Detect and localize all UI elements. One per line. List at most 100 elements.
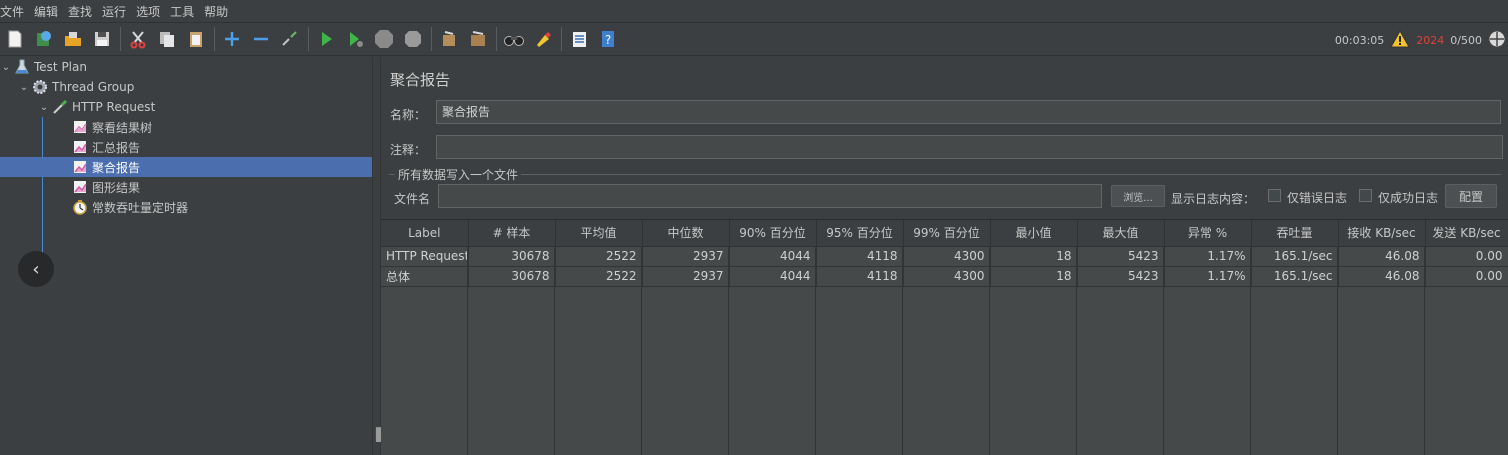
paste-icon bbox=[190, 32, 202, 47]
menu-tools[interactable]: 工具 bbox=[170, 3, 198, 20]
menu-search[interactable]: 查找 bbox=[68, 3, 96, 20]
column-header[interactable]: 95% 百分位 bbox=[816, 220, 904, 247]
copy-button[interactable] bbox=[154, 26, 180, 52]
filename-label: 文件名 bbox=[394, 192, 431, 206]
clear-all-icon bbox=[471, 31, 485, 46]
table-header-row: Label # 样本 平均值 中位数 90% 百分位 95% 百分位 99% 百… bbox=[381, 220, 1508, 247]
stop-button[interactable] bbox=[371, 26, 397, 52]
collapse-panel-button[interactable]: ‹ bbox=[18, 251, 54, 287]
new-button[interactable] bbox=[2, 26, 28, 52]
help-button[interactable]: ? bbox=[595, 26, 621, 52]
tree-item-label: 汇总报告 bbox=[92, 140, 141, 155]
column-header[interactable]: 吞吐量 bbox=[1251, 220, 1339, 247]
cut-button[interactable] bbox=[125, 26, 151, 52]
chart-icon bbox=[72, 179, 88, 195]
toolbar-separator bbox=[120, 27, 121, 51]
toolbar-separator bbox=[561, 27, 562, 51]
tree-item-label: 察看结果树 bbox=[92, 120, 153, 135]
start-no-pause-button[interactable] bbox=[342, 26, 368, 52]
start-no-pause-icon bbox=[350, 32, 363, 47]
status-indicator-icon bbox=[1488, 30, 1506, 51]
search-icon bbox=[504, 36, 524, 46]
warning-icon[interactable] bbox=[1390, 29, 1411, 51]
table-cell: 2522 bbox=[555, 266, 643, 287]
clear-all-button[interactable] bbox=[465, 26, 491, 52]
table-row[interactable]: HTTP Request 30678 2522 2937 4044 4118 4… bbox=[381, 246, 1508, 267]
browse-button[interactable]: 浏览... bbox=[1111, 185, 1165, 207]
table-cell: 4044 bbox=[729, 266, 817, 287]
tree-item-constant-throughput-timer[interactable]: 常数吞吐量定时器 bbox=[0, 197, 372, 217]
error-count: 2024 bbox=[1416, 33, 1445, 47]
chart-icon bbox=[72, 119, 88, 135]
table-cell: 165.1/sec bbox=[1251, 246, 1339, 267]
open-button[interactable] bbox=[60, 26, 86, 52]
menu-options[interactable]: 选项 bbox=[136, 3, 164, 20]
menu-run[interactable]: 运行 bbox=[102, 3, 130, 20]
table-cell: 18 bbox=[990, 266, 1078, 287]
function-helper-icon bbox=[573, 32, 586, 47]
column-header[interactable]: 90% 百分位 bbox=[729, 220, 817, 247]
timer-icon bbox=[72, 199, 88, 215]
chevron-down-icon[interactable]: ⌄ bbox=[18, 82, 30, 93]
tree-item-summary-report[interactable]: 汇总报告 bbox=[0, 137, 372, 157]
tree-item-aggregate-report[interactable]: 聚合报告 bbox=[0, 157, 372, 177]
chevron-down-icon[interactable]: ⌄ bbox=[0, 62, 12, 73]
menu-edit[interactable]: 编辑 bbox=[34, 3, 62, 20]
menu-help[interactable]: 帮助 bbox=[204, 3, 232, 20]
tree-item-http-request[interactable]: ⌄ HTTP Request bbox=[0, 97, 372, 117]
name-field[interactable]: 聚合报告 bbox=[436, 100, 1501, 124]
aggregate-table: Label # 样本 平均值 中位数 90% 百分位 95% 百分位 99% 百… bbox=[381, 220, 1508, 287]
column-header[interactable]: 最大值 bbox=[1077, 220, 1165, 247]
success-only-checkbox[interactable] bbox=[1359, 189, 1372, 202]
comment-field[interactable] bbox=[436, 135, 1503, 159]
chevron-left-icon: ‹ bbox=[32, 258, 40, 280]
save-button[interactable] bbox=[89, 26, 115, 52]
toggle-button[interactable] bbox=[277, 26, 303, 52]
search-button[interactable] bbox=[501, 26, 527, 52]
configure-button[interactable]: 配置 bbox=[1445, 184, 1497, 208]
table-cell: 4118 bbox=[816, 266, 904, 287]
table-cell: 46.08 bbox=[1338, 266, 1426, 287]
column-header[interactable]: 99% 百分位 bbox=[903, 220, 991, 247]
errors-only-checkbox[interactable] bbox=[1268, 189, 1281, 202]
column-header[interactable]: 平均值 bbox=[555, 220, 643, 247]
page-title: 聚合报告 bbox=[390, 71, 451, 89]
panel-splitter[interactable]: ■ ■ ■ bbox=[372, 57, 384, 455]
log-content-label: 显示日志内容： bbox=[1171, 192, 1256, 206]
filename-field[interactable] bbox=[438, 184, 1102, 208]
tree-item-graph-results[interactable]: 图形结果 bbox=[0, 177, 372, 197]
collapse-button[interactable] bbox=[248, 26, 274, 52]
tree-item-test-plan[interactable]: ⌄ Test Plan bbox=[0, 57, 372, 77]
copy-icon bbox=[160, 32, 174, 47]
expand-button[interactable] bbox=[219, 26, 245, 52]
table-cell: 4044 bbox=[729, 246, 817, 267]
table-row[interactable]: 总体 30678 2522 2937 4044 4118 4300 18 542… bbox=[381, 266, 1508, 287]
tree-item-label: 聚合报告 bbox=[92, 160, 141, 175]
tree-item-view-results-tree[interactable]: 察看结果树 bbox=[0, 117, 372, 137]
table-cell: 2522 bbox=[555, 246, 643, 267]
clear-button[interactable] bbox=[436, 26, 462, 52]
column-header[interactable]: # 样本 bbox=[468, 220, 556, 247]
table-cell: 0.00 bbox=[1425, 266, 1508, 287]
start-button[interactable] bbox=[313, 26, 339, 52]
templates-button[interactable] bbox=[31, 26, 57, 52]
tree-item-thread-group[interactable]: ⌄ Thread Group bbox=[0, 77, 372, 97]
table-cell: 18 bbox=[990, 246, 1078, 267]
aggregate-report-panel: 聚合报告 名称： 聚合报告 注释： 所有数据写入一个文件 文件名 浏览... 显… bbox=[381, 57, 1508, 455]
column-header[interactable]: Label bbox=[381, 220, 469, 247]
table-cell: 1.17% bbox=[1164, 266, 1252, 287]
column-header[interactable]: 异常 % bbox=[1164, 220, 1252, 247]
chevron-down-icon[interactable]: ⌄ bbox=[38, 102, 50, 113]
cut-icon bbox=[130, 31, 146, 49]
shutdown-button[interactable] bbox=[400, 26, 426, 52]
function-helper-button[interactable] bbox=[566, 26, 592, 52]
reset-search-button[interactable] bbox=[530, 26, 556, 52]
menu-file[interactable]: 文件 bbox=[0, 3, 28, 20]
column-header[interactable]: 发送 KB/sec bbox=[1425, 220, 1508, 247]
column-header[interactable]: 中位数 bbox=[642, 220, 730, 247]
table-cell: 30678 bbox=[468, 266, 556, 287]
column-header[interactable]: 接收 KB/sec bbox=[1338, 220, 1426, 247]
paste-button[interactable] bbox=[183, 26, 209, 52]
column-header[interactable]: 最小值 bbox=[990, 220, 1078, 247]
table-cell: 0.00 bbox=[1425, 246, 1508, 267]
